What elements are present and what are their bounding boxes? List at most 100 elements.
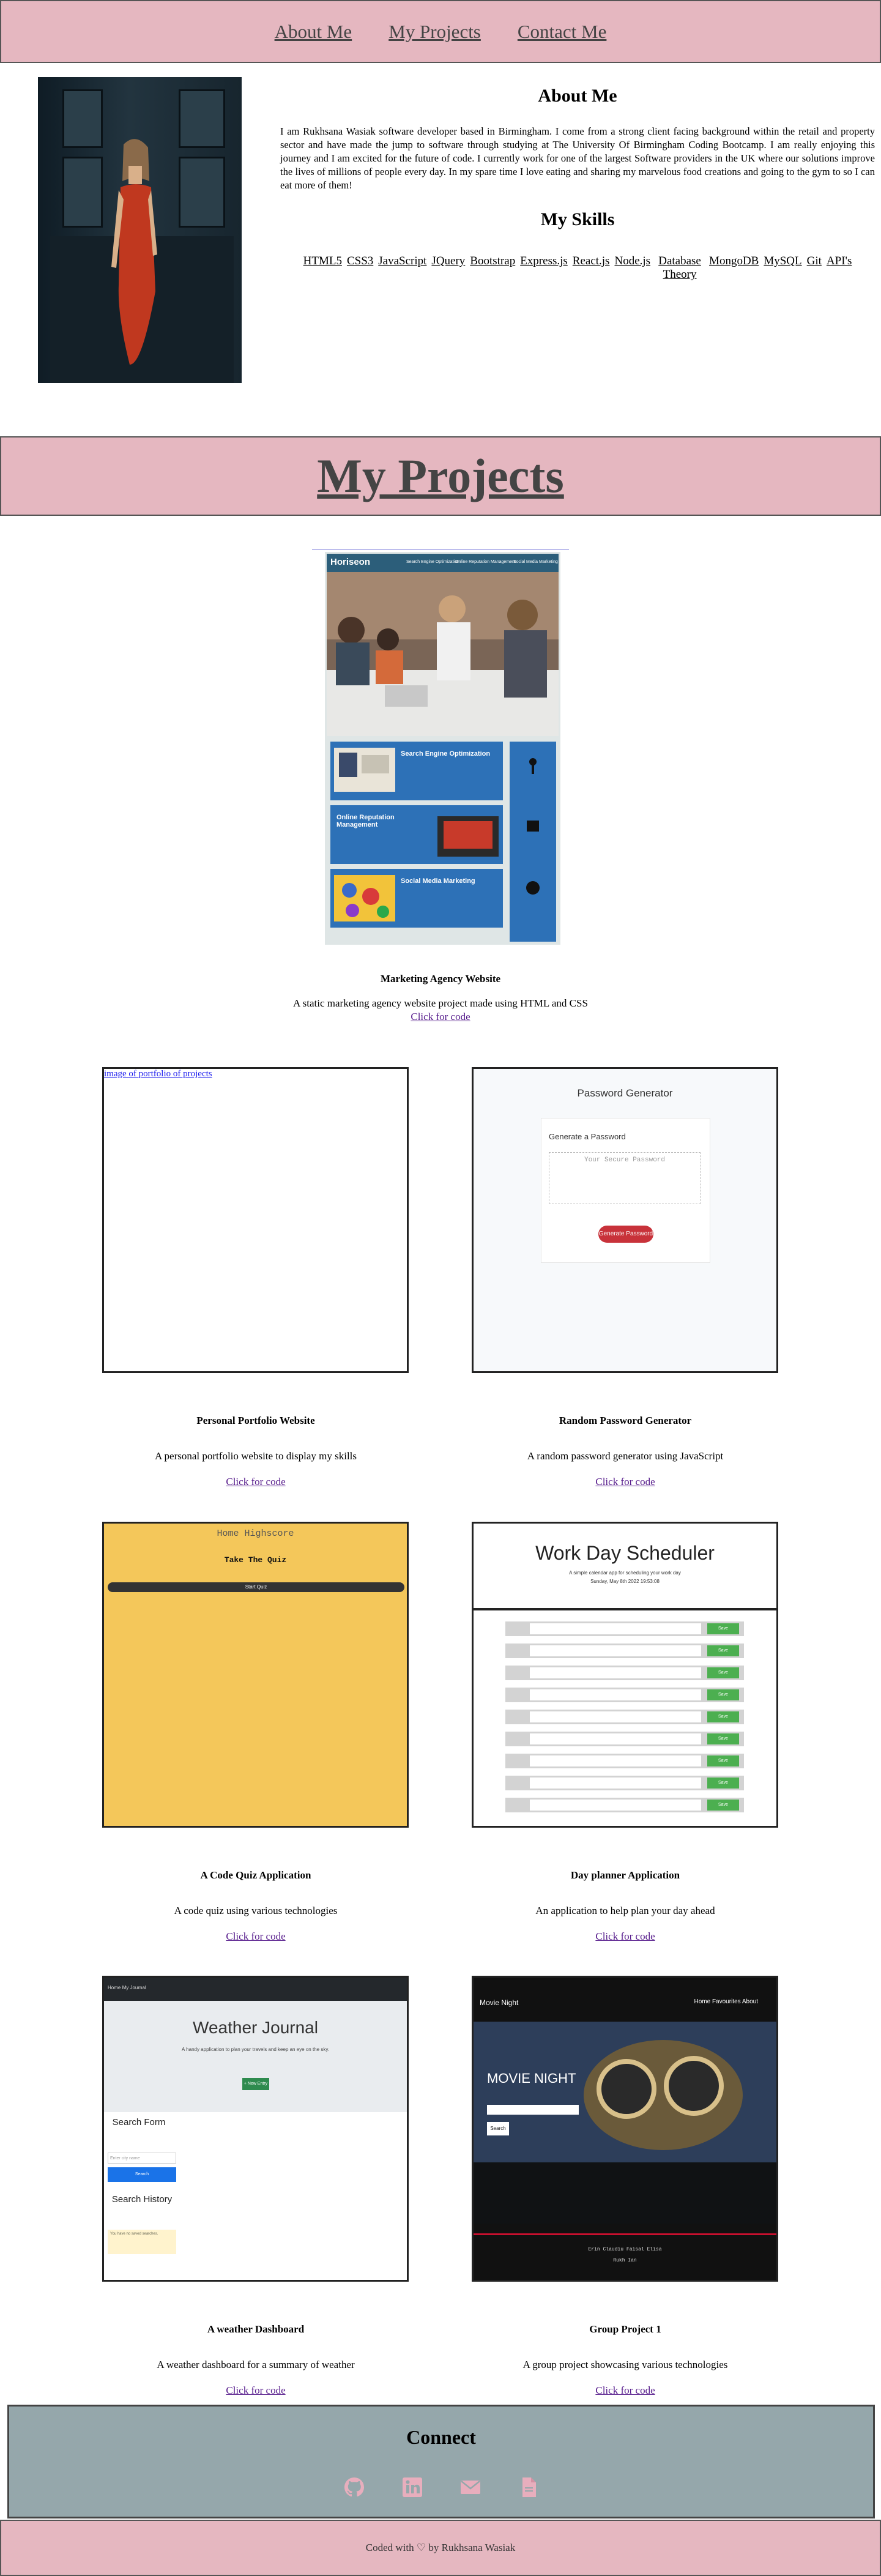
planner-row: Save — [505, 1776, 744, 1790]
projects-banner: My Projects — [0, 436, 881, 516]
skills-list: HTML5 CSS3 JavaScript JQuery Bootstrap E… — [280, 255, 875, 281]
movie-hero-image — [474, 2022, 776, 2224]
project-title: A Code Quiz Application — [200, 1869, 311, 1881]
top-nav: About Me My Projects Contact Me — [0, 0, 881, 63]
profile-photo — [38, 77, 242, 383]
skill-item: Node.js — [614, 255, 651, 267]
screenshot-nav-item: Social Media Marketing — [513, 560, 558, 564]
screenshot-heading: Work Day Scheduler — [535, 1542, 715, 1564]
seo-image — [334, 748, 395, 792]
planner-save-button: Save — [707, 1689, 739, 1700]
screenshot-search-input: Enter city name — [108, 2153, 176, 2164]
project-description: A random password generator using JavaSc… — [527, 1450, 724, 1462]
screenshot-start-button: Start Quiz — [108, 1582, 404, 1592]
project-code-link[interactable]: Click for code — [411, 1011, 470, 1022]
planner-save-button: Save — [707, 1800, 739, 1811]
featured-project-screenshot[interactable]: Horiseon Search Engine Optimization Onli… — [325, 552, 560, 945]
project-description: A group project showcasing various techn… — [522, 2359, 728, 2370]
planner-input — [530, 1667, 701, 1678]
skill-item: Express.js — [520, 255, 568, 267]
project-code-link[interactable]: Click for code — [226, 2384, 285, 2396]
planner-input — [530, 1800, 701, 1811]
screenshot-search-button: Search — [108, 2167, 176, 2182]
planner-input — [530, 1689, 701, 1700]
screenshot-heading: Password Generator — [577, 1087, 673, 1099]
screenshot-heading: Take The Quiz — [224, 1555, 287, 1565]
planner-save-button: Save — [707, 1645, 739, 1656]
service-card: Online Reputation Management — [330, 805, 503, 864]
skill-item: Database Theory — [658, 255, 701, 281]
skill-item: React.js — [572, 255, 610, 267]
project-description: A personal portfolio website to display … — [154, 1450, 357, 1462]
password-generator-screenshot[interactable]: Password Generator Generate a Password Y… — [472, 1067, 778, 1373]
planner-input — [530, 1711, 701, 1722]
footer-text: Coded with ♡ by Rukhsana Wasiak — [365, 2542, 516, 2553]
project-code-link[interactable]: Click for code — [226, 1930, 285, 1942]
screenshot-subheading: A handy application to plan your travels… — [182, 2047, 329, 2052]
service-card: Search Engine Optimization — [330, 742, 503, 800]
project-code-link[interactable]: Click for code — [595, 1476, 655, 1487]
reputation-image — [437, 816, 499, 857]
connect-section: Connect — [7, 2405, 875, 2518]
weather-screenshot[interactable]: Home My Journal Weather Journal A handy … — [102, 1976, 409, 2282]
service-title: Online Reputation Management — [336, 814, 395, 828]
service-card: Social Media Marketing — [330, 869, 503, 928]
email-icon[interactable] — [458, 2475, 483, 2500]
screenshot-brand: Movie Night — [480, 1998, 519, 2007]
screenshot-services: Search Engine Optimization Online Reputa… — [327, 738, 507, 943]
connect-title: Connect — [406, 2426, 476, 2448]
screenshot-footer: Rukh Ian — [613, 2258, 637, 2263]
about-paragraph: I am Rukhsana Wasiak software developer … — [280, 125, 875, 191]
nav-link-projects[interactable]: My Projects — [388, 21, 481, 43]
day-planner-screenshot[interactable]: Work Day Scheduler A simple calendar app… — [472, 1522, 778, 1828]
project-description: A static marketing agency website projec… — [293, 997, 588, 1009]
screenshot-new-entry: + New Entry — [242, 2078, 269, 2090]
skill-item: CSS3 — [346, 255, 374, 267]
skill-item: Git — [806, 255, 822, 267]
screenshot-subheading: Generate a Password — [549, 1132, 626, 1141]
project-description: An application to help plan your day ahe… — [535, 1905, 715, 1916]
planner-input — [530, 1623, 701, 1634]
planner-input — [530, 1733, 701, 1744]
screenshot-heading: MOVIE NIGHT — [487, 2071, 576, 2086]
nav-link-about[interactable]: About Me — [275, 21, 352, 43]
screenshot-nav: Home My Journal — [108, 1985, 146, 1990]
project-title: Marketing Agency Website — [380, 973, 501, 985]
footer: Coded with ♡ by Rukhsana Wasiak — [0, 2520, 881, 2576]
screenshot-subheading: A simple calendar app for scheduling you… — [569, 1570, 681, 1576]
screenshot-generate-button: Generate Password — [598, 1226, 653, 1243]
screenshot-nav: Home Favourites About — [694, 1998, 759, 2005]
planner-row: Save — [505, 1688, 744, 1702]
planner-row: Save — [505, 1732, 744, 1746]
screenshot-search-button: Search — [487, 2122, 509, 2135]
quiz-screenshot[interactable]: Home Highscore Take The Quiz Start Quiz — [102, 1522, 409, 1828]
service-title: Search Engine Optimization — [401, 750, 491, 758]
document-icon[interactable] — [516, 2475, 541, 2500]
linkedin-icon[interactable] — [400, 2475, 425, 2500]
project-title: Day planner Application — [570, 1869, 680, 1881]
project-code-link[interactable]: Click for code — [226, 1476, 285, 1487]
nav-link-contact[interactable]: Contact Me — [518, 21, 607, 43]
planner-save-button: Save — [707, 1711, 739, 1722]
planner-save-button: Save — [707, 1755, 739, 1766]
social-image — [334, 875, 395, 921]
movie-night-screenshot[interactable]: Movie Night Home Favourites About MOVIE … — [472, 1976, 778, 2282]
project-title: Random Password Generator — [559, 1415, 692, 1426]
screenshot-history-note: You have no saved searches. — [108, 2230, 176, 2254]
planner-row: Save — [505, 1710, 744, 1724]
planner-row: Save — [505, 1621, 744, 1636]
project-code-link[interactable]: Click for code — [595, 1930, 655, 1942]
lead-icon — [529, 758, 537, 774]
planner-row: Save — [505, 1644, 744, 1658]
skills-title: My Skills — [540, 209, 615, 229]
screenshot-password-box: Your Secure Password — [549, 1152, 701, 1204]
service-title: Social Media Marketing — [401, 877, 475, 885]
screenshot-nav-item: Search Engine Optimization — [406, 560, 459, 564]
planner-input — [530, 1755, 701, 1766]
github-icon[interactable] — [342, 2475, 366, 2500]
planner-input — [530, 1778, 701, 1789]
project-code-link[interactable]: Click for code — [595, 2384, 655, 2396]
broken-image-link[interactable]: image of portfolio of projects — [104, 1069, 212, 1079]
portfolio-screenshot[interactable]: image of portfolio of projects — [102, 1067, 409, 1373]
screenshot-nav-item: Online Reputation Management — [455, 560, 516, 564]
